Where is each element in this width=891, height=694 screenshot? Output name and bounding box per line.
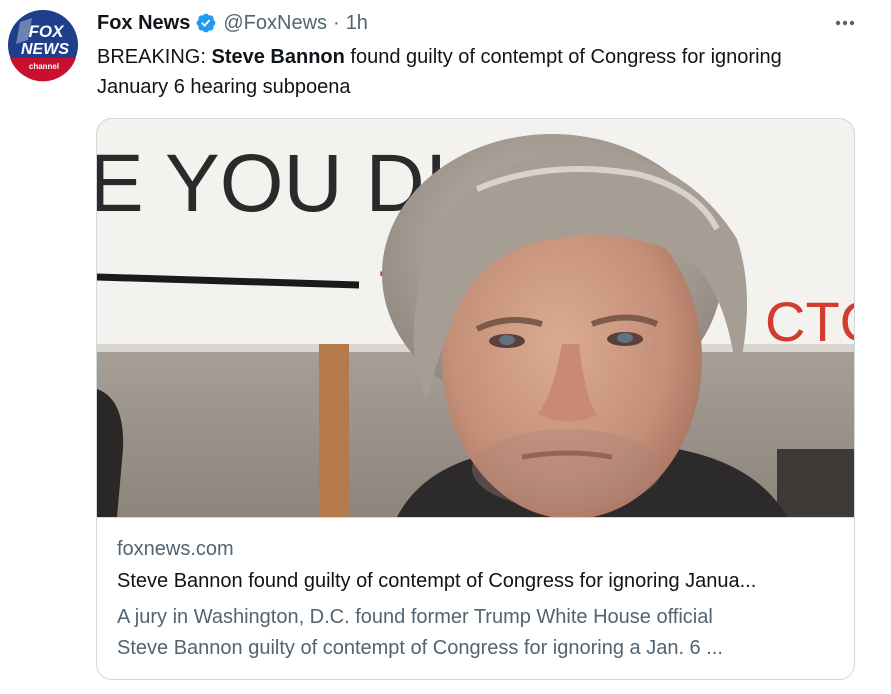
author-handle[interactable]: @FoxNews (223, 12, 327, 35)
logo-text-channel: channel (29, 62, 59, 71)
card-description-line: Steve Bannon guilty of contempt of Congr… (117, 637, 723, 659)
sign-text-red-right: CTC (765, 290, 854, 353)
separator-dot: · (333, 11, 340, 34)
logo-text-news: NEWS (21, 41, 69, 58)
tweet-text: BREAKING: Steve Bannon found guilty of c… (97, 42, 857, 102)
link-card[interactable]: E YOU DIS TI CTC (96, 118, 855, 680)
tweet[interactable]: FOX NEWS channel Fox News @FoxNews · 1h … (0, 0, 891, 694)
tweet-header: Fox News @FoxNews · 1h (97, 9, 368, 37)
verified-badge-icon[interactable] (195, 12, 217, 34)
card-description: A jury in Washington, D.C. found former … (117, 602, 847, 664)
card-domain: foxnews.com (117, 538, 234, 560)
avatar[interactable]: FOX NEWS channel (6, 8, 80, 82)
card-title: Steve Bannon found guilty of contempt of… (117, 570, 757, 592)
logo-text-fox: FOX (29, 22, 66, 41)
fox-news-logo-icon: FOX NEWS channel (6, 8, 80, 82)
card-description-line: A jury in Washington, D.C. found former … (117, 606, 713, 628)
tweet-text-prefix: BREAKING: (97, 46, 212, 68)
tweet-timestamp[interactable]: 1h (346, 12, 368, 35)
more-options-icon[interactable] (830, 8, 860, 38)
card-photo: E YOU DIS TI CTC (97, 119, 854, 517)
card-body: foxnews.com Steve Bannon found guilty of… (97, 517, 854, 679)
card-image: E YOU DIS TI CTC (97, 119, 854, 517)
tweet-text-bold: Steve Bannon (211, 46, 345, 68)
author-name[interactable]: Fox News (97, 12, 190, 35)
